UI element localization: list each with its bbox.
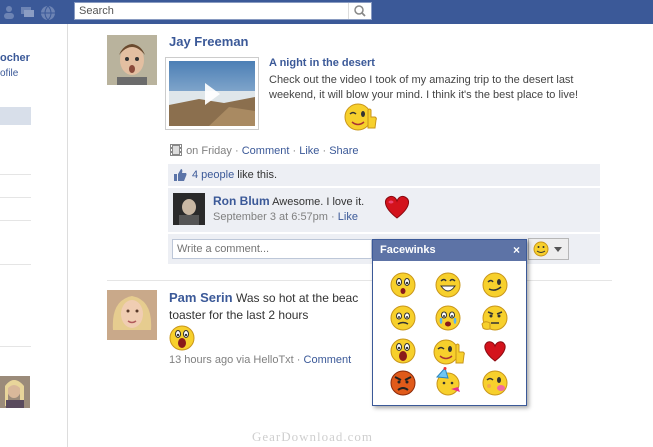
post-author[interactable]: Pam Serin — [169, 290, 233, 305]
post-meta: on Friday · Comment · Like · Share — [169, 143, 359, 157]
shocked-icon — [168, 324, 196, 352]
search-box[interactable] — [74, 2, 372, 20]
globe-icon[interactable] — [40, 5, 55, 21]
video-preview-image — [169, 61, 255, 126]
status-line-1: Was so hot at the beac — [235, 291, 359, 305]
play-icon[interactable] — [205, 83, 220, 105]
facewinks-button[interactable] — [528, 238, 569, 260]
search-icon[interactable] — [348, 3, 371, 19]
video-thumbnail[interactable] — [165, 57, 259, 130]
surprised-icon[interactable] — [389, 271, 417, 299]
post-time[interactable]: 13 hours ago via HelloTxt — [169, 354, 294, 366]
sidebar-divider — [0, 174, 31, 175]
comment-link[interactable]: Comment — [304, 354, 352, 366]
wink-icon[interactable] — [481, 271, 509, 299]
sidebar-divider — [0, 264, 31, 265]
crying-icon[interactable] — [434, 304, 462, 332]
like-link[interactable]: Like — [299, 145, 319, 157]
angry-icon[interactable] — [389, 369, 417, 397]
thumbs-up-wink-icon — [344, 101, 378, 133]
likes-suffix: like this. — [237, 169, 278, 181]
thumbs-up-icon[interactable] — [432, 337, 466, 367]
worried-icon[interactable] — [389, 304, 417, 332]
search-input[interactable] — [79, 4, 339, 18]
avatar-jay-freeman[interactable] — [107, 35, 157, 85]
avatar-pam-serin[interactable] — [107, 290, 157, 340]
watermark: GearDownload.com — [252, 429, 374, 444]
video-description: Check out the video I took of my amazing… — [269, 74, 579, 101]
post-divider — [107, 280, 612, 281]
comment-link[interactable]: Comment — [242, 145, 290, 157]
video-title-link[interactable]: A night in the desert — [269, 57, 375, 69]
facewinks-header: Facewinks × — [373, 240, 526, 261]
notification-icons — [0, 3, 66, 21]
sidebar-divider — [0, 346, 31, 347]
sidebar-selected-item[interactable] — [0, 107, 31, 125]
comment-time[interactable]: September 3 at 6:57pm — [213, 211, 328, 223]
sidebar-divider — [0, 197, 31, 198]
sidebar-divider — [0, 220, 31, 221]
film-icon — [170, 144, 182, 156]
comment-author[interactable]: Ron Blum — [213, 194, 270, 208]
friend-requests-icon[interactable] — [2, 5, 16, 19]
comment-input[interactable] — [172, 239, 372, 259]
avatar-ron-blum[interactable] — [173, 193, 205, 225]
edit-profile-link[interactable]: ofile — [0, 68, 18, 79]
comment-like-link[interactable]: Like — [338, 211, 358, 223]
profile-name-fragment[interactable]: ocher — [0, 52, 30, 64]
heart-icon[interactable] — [481, 337, 509, 365]
share-link[interactable]: Share — [329, 145, 358, 157]
comment-text: Awesome. I love it. — [272, 196, 365, 208]
likes-bar: 4 people like this. — [168, 164, 600, 186]
friend-thumbnail[interactable] — [0, 376, 30, 408]
thinking-icon[interactable] — [481, 304, 509, 332]
status-line-2: toaster for the last 2 hours — [169, 308, 309, 322]
likes-count-link[interactable]: 4 people — [192, 169, 234, 181]
post-time[interactable]: on Friday — [186, 145, 232, 157]
top-navigation-bar — [0, 0, 653, 24]
comment-item: Ron Blum Awesome. I love it. September 3… — [168, 188, 600, 232]
heart-icon — [382, 194, 412, 223]
party-icon[interactable] — [434, 366, 464, 397]
grin-icon[interactable] — [434, 271, 462, 299]
facewinks-popup: Facewinks × — [372, 239, 527, 406]
messages-icon[interactable] — [20, 5, 34, 19]
facewinks-title: Facewinks — [380, 244, 436, 256]
post-author[interactable]: Jay Freeman — [169, 34, 249, 49]
shocked-icon[interactable] — [389, 337, 417, 365]
status-text: Pam Serin Was so hot at the beac — [169, 290, 358, 305]
close-icon[interactable]: × — [513, 243, 520, 257]
kiss-icon[interactable] — [481, 369, 509, 397]
thumbs-up-icon — [174, 169, 187, 181]
left-sidebar: ocher ofile — [0, 24, 68, 447]
